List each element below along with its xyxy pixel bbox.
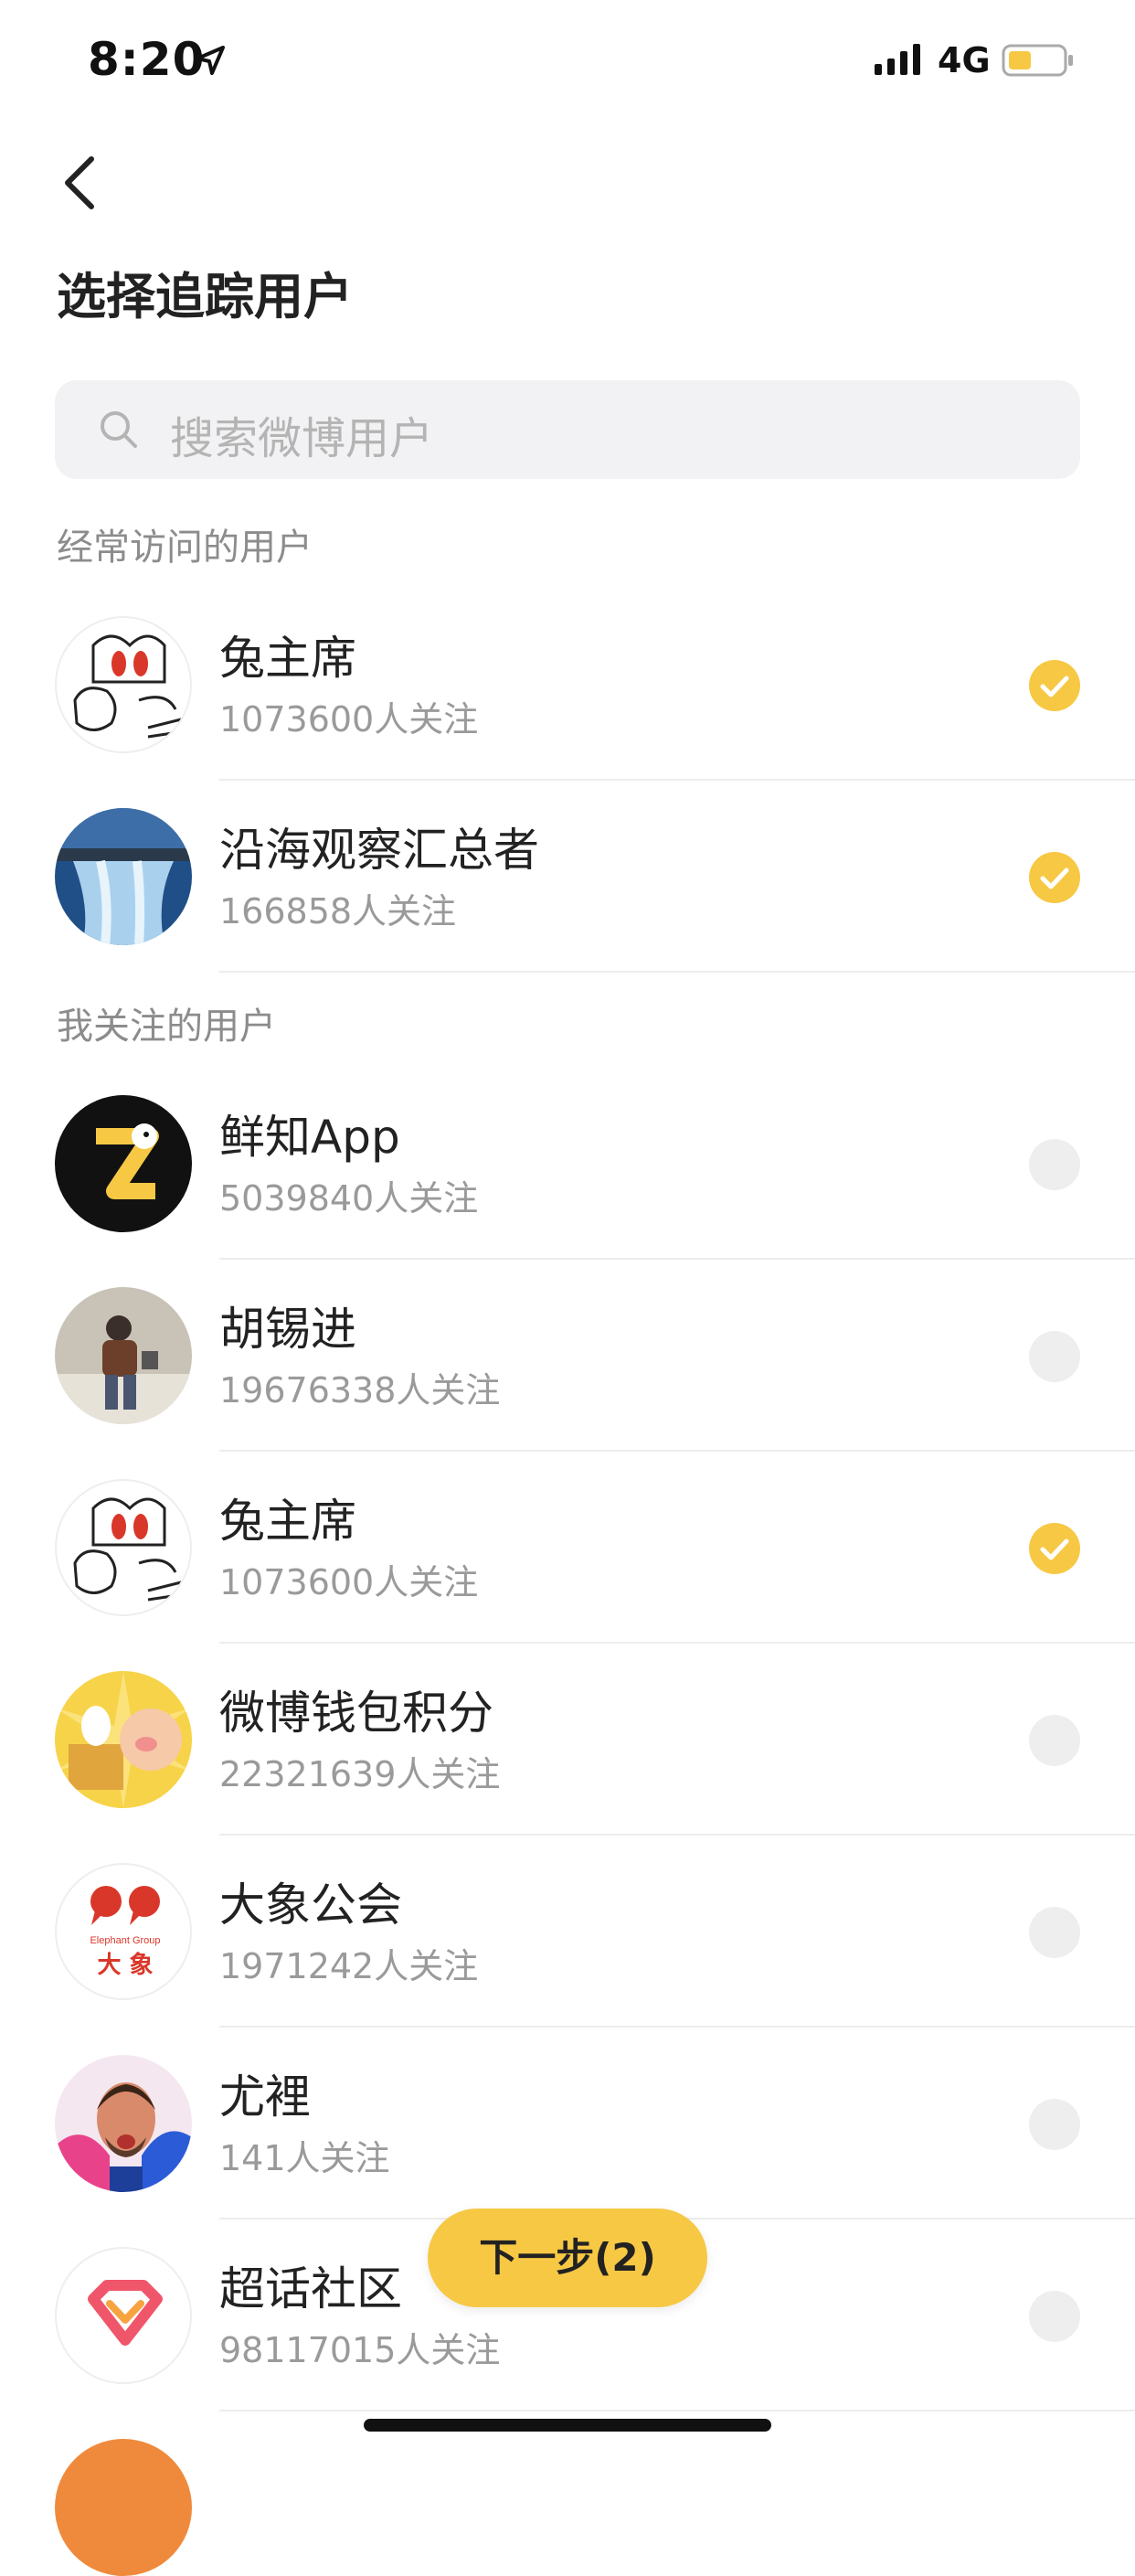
- follower-count: 1073600人关注: [219, 1562, 479, 1602]
- home-indicator: [364, 2419, 771, 2432]
- follower-count: 1971242人关注: [219, 1946, 479, 1986]
- divider: [219, 971, 1135, 973]
- unselected-circle-icon[interactable]: [1029, 1907, 1080, 1958]
- unselected-circle-icon[interactable]: [1029, 1331, 1080, 1382]
- back-button[interactable]: [57, 154, 102, 212]
- user-row[interactable]: 鲜知App 5039840人关注: [0, 1068, 1135, 1260]
- avatar: Elephant Group 大 象: [55, 1863, 192, 2000]
- avatar: [55, 808, 192, 945]
- user-name: 尤裡: [219, 2070, 311, 2124]
- follower-count: 22321639人关注: [219, 1754, 501, 1794]
- user-name: 兔主席: [219, 1495, 356, 1548]
- next-step-button[interactable]: 下一步(2): [428, 2209, 707, 2307]
- search-icon: [101, 411, 137, 448]
- divider: [219, 2410, 1135, 2411]
- unselected-circle-icon[interactable]: [1029, 1139, 1080, 1190]
- user-row[interactable]: 兔主席 1073600人关注: [0, 1452, 1135, 1644]
- user-row[interactable]: 沿海观察汇总者 166858人关注: [0, 781, 1135, 973]
- avatar: [55, 1095, 192, 1232]
- user-name: 兔主席: [219, 632, 356, 685]
- user-row[interactable]: 尤裡 141人关注: [0, 2028, 1135, 2219]
- avatar: [55, 1671, 192, 1808]
- avatar: [55, 1287, 192, 1424]
- battery-icon: [1002, 44, 1073, 77]
- selected-check-icon[interactable]: [1029, 852, 1080, 903]
- user-name: 鲜知App: [219, 1111, 400, 1164]
- network-type: 4G: [938, 40, 991, 80]
- user-row[interactable]: 兔主席 1073600人关注: [0, 589, 1135, 781]
- user-row[interactable]: 胡锡进 19676338人关注: [0, 1260, 1135, 1452]
- follower-count: 5039840人关注: [219, 1178, 479, 1219]
- section-following-label: 我关注的用户: [57, 1006, 276, 1048]
- section-frequent-label: 经常访问的用户: [57, 527, 313, 569]
- logo-text-en: Elephant Group: [90, 1935, 160, 1946]
- status-bar: 8:20 4G: [0, 0, 1135, 128]
- user-name: 微博钱包积分: [219, 1687, 493, 1740]
- status-time: 8:20: [88, 33, 206, 86]
- follower-count: 166858人关注: [219, 891, 457, 931]
- selected-check-icon[interactable]: [1029, 1523, 1080, 1574]
- user-name: 沿海观察汇总者: [219, 824, 539, 877]
- user-row[interactable]: 微博钱包积分 22321639人关注: [0, 1644, 1135, 1836]
- follower-count: 19676338人关注: [219, 1370, 501, 1410]
- avatar-partial: [55, 2439, 192, 2576]
- unselected-circle-icon[interactable]: [1029, 2291, 1080, 2342]
- avatar: [55, 2055, 192, 2192]
- user-name: 超话社区: [219, 2262, 402, 2315]
- search-placeholder: 搜索微博用户: [170, 413, 434, 464]
- search-input[interactable]: 搜索微博用户: [55, 380, 1080, 479]
- user-name: 大象公会: [219, 1879, 402, 1932]
- signal-icon: [875, 44, 920, 75]
- follower-count: 1073600人关注: [219, 699, 479, 740]
- unselected-circle-icon[interactable]: [1029, 1715, 1080, 1766]
- user-row[interactable]: Elephant Group 大 象 大象公会 1971242人关注: [0, 1836, 1135, 2028]
- unselected-circle-icon[interactable]: [1029, 2099, 1080, 2150]
- avatar: [55, 616, 192, 753]
- page-title: 选择追踪用户: [57, 268, 353, 325]
- avatar: [55, 1479, 192, 1616]
- location-arrow-icon: [196, 46, 225, 75]
- selected-check-icon[interactable]: [1029, 660, 1080, 711]
- avatar: [55, 2247, 192, 2384]
- user-name: 胡锡进: [219, 1303, 356, 1356]
- follower-count: 98117015人关注: [219, 2330, 501, 2370]
- logo-text-cn: 大 象: [97, 1951, 153, 1979]
- follower-count: 141人关注: [219, 2138, 390, 2178]
